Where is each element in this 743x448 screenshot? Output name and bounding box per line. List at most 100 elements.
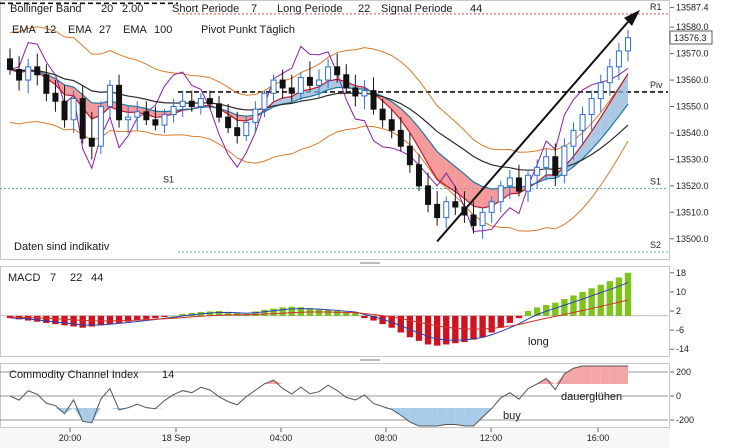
current-price-marker: 13576.3 (669, 30, 713, 45)
candle-body (252, 108, 259, 123)
macd-bar (270, 308, 277, 316)
signal-periode-label: Signal Periode (381, 3, 453, 15)
candle-body (352, 87, 359, 97)
cci-oversold-area (418, 408, 429, 426)
cci-oversold-area (409, 408, 419, 426)
macd-y-tick-label: 2 (676, 306, 681, 316)
ema-100-label: EMA (123, 24, 148, 36)
macd-bar (361, 315, 368, 319)
macd-bar (615, 277, 623, 316)
level-label-s2: S2 (650, 240, 661, 250)
macd-bar (415, 315, 423, 341)
cci-annotation-dauergluehen: dauerglühen (561, 391, 622, 403)
cci-oversold-area (428, 408, 438, 426)
price-y-tick-label: 13530.0 (676, 154, 709, 164)
ema-27-period: 27 (99, 24, 111, 36)
candle-body (443, 201, 450, 219)
price-y-tick-label: 13587.4 (676, 3, 709, 13)
macd-signal: 44 (91, 272, 103, 284)
panel-handle[interactable] (360, 262, 380, 361)
price-y-tick-label: 13500.0 (676, 234, 709, 244)
candle-body (97, 106, 104, 147)
macd-bar (143, 315, 150, 320)
candle-body (415, 164, 422, 187)
bollinger-period: 20 (101, 3, 113, 15)
candle-body (488, 201, 495, 213)
macd-bar (52, 315, 59, 325)
cci-oversold-area (446, 408, 456, 425)
macd-y-tick-label: -14 (676, 344, 689, 354)
cci-overbought-area (573, 366, 583, 384)
candle-body (606, 66, 613, 84)
candle-body (279, 79, 286, 89)
candle-body (125, 116, 132, 121)
candle-body (597, 82, 604, 100)
candle-body (34, 66, 41, 76)
price-y-tick-label: 13570.0 (676, 49, 709, 59)
macd-y-tick-label: 18 (676, 268, 686, 278)
macd-bar (106, 315, 114, 325)
macd-bar (488, 315, 495, 333)
candle-body (388, 119, 395, 131)
y-axis-band (670, 0, 743, 448)
macd-bar (161, 315, 168, 317)
macd-bar (497, 315, 504, 328)
indicative-note: Daten sind indikativ (14, 241, 110, 253)
macd-bar (424, 315, 432, 345)
x-tick-label: 12:00 (480, 433, 503, 443)
candle-body (216, 103, 223, 118)
current-price-label: 13576.3 (674, 33, 707, 43)
candle-body (570, 129, 577, 147)
candle-body (52, 92, 59, 102)
macd-bar (261, 309, 268, 316)
cci-y-tick-label: 200 (676, 367, 691, 377)
cci-annotation-buy: buy (503, 410, 521, 422)
macd-bar (61, 315, 68, 326)
candle-body (16, 68, 23, 81)
chart-svg: 13587.413580.013570.013560.013550.013540… (0, 0, 743, 448)
candle-body (579, 113, 586, 131)
candle-body (379, 108, 386, 121)
short-periode-label: Short Periode (172, 3, 239, 15)
candle-body (152, 119, 159, 126)
candle-body (534, 166, 541, 176)
candle-body (225, 116, 232, 129)
ema-27-label: EMA (68, 24, 93, 36)
macd-bar (524, 311, 532, 316)
price-y-tick-label: 13550.0 (676, 102, 709, 112)
candle-body (161, 113, 168, 126)
candle-body (361, 90, 368, 97)
ema-12-period: 12 (44, 24, 56, 36)
candle-body (134, 111, 141, 118)
macd-y-tick-label: -6 (676, 325, 684, 335)
candle-body (343, 74, 350, 89)
long-periode-value: 22 (358, 3, 370, 15)
cci-overbought-area (600, 366, 610, 384)
candle-body (425, 185, 432, 205)
candle-body (116, 84, 123, 121)
candle-body (25, 66, 32, 81)
level-label-r1: R1 (650, 2, 662, 12)
macd-bar (406, 315, 414, 338)
macd-bar (70, 315, 77, 327)
macd-y-tick-label: 10 (676, 287, 686, 297)
ema-100-period: 100 (154, 24, 172, 36)
macd-bar (79, 315, 86, 328)
macd-bar (288, 306, 295, 316)
candle-body (316, 79, 322, 86)
candle-body (43, 74, 50, 94)
macd-bar (324, 310, 332, 316)
candle-body (625, 37, 631, 52)
macd-label: MACD (8, 272, 40, 284)
cci-oversold-area (455, 408, 465, 426)
macd-bar (597, 284, 604, 316)
candle-body (243, 121, 250, 137)
price-y-tick-label: 13510.0 (676, 207, 709, 217)
macd-long: 22 (70, 272, 82, 284)
macd-bar (515, 315, 523, 319)
macd-annotation-long: long (528, 336, 549, 348)
macd-bar (43, 315, 50, 323)
candle-body (370, 90, 377, 110)
cci-label: Commodity Channel Index (9, 369, 139, 381)
cci-overbought-area (618, 366, 628, 384)
